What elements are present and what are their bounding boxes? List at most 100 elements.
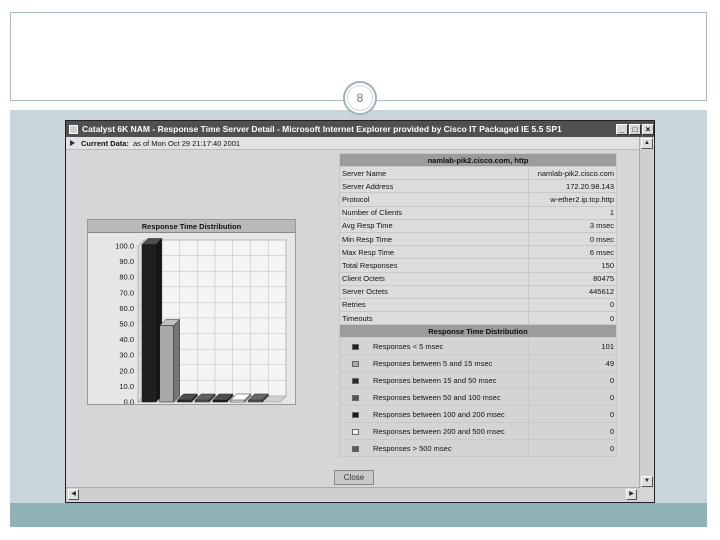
distribution-label: Responses between 200 and 500 msec — [339, 422, 529, 441]
chart-bar — [248, 399, 263, 403]
distribution-value: 0 — [528, 439, 617, 458]
legend-swatch — [352, 377, 359, 384]
y-tick-label: 100.0 — [115, 242, 134, 251]
y-tick-label: 90.0 — [119, 257, 134, 266]
detail-value: 6 msec — [528, 245, 617, 260]
detail-value: w-ether2.ip.tcp.http — [528, 192, 617, 207]
chart-bar — [177, 399, 192, 403]
current-data-value: as of Mon Oct 29 21:17:40 2001 — [132, 138, 241, 148]
y-tick-label: 0.0 — [124, 398, 134, 405]
legend-swatch — [352, 343, 359, 350]
distribution-label-text: Responses between 200 and 500 msec — [373, 426, 505, 436]
detail-label: Max Resp Time — [339, 245, 529, 260]
scroll-left-icon[interactable]: ◀ — [68, 489, 79, 500]
distribution-value: 0 — [528, 371, 617, 390]
distribution-row: Responses between 50 and 100 msec 0 — [339, 388, 617, 407]
scroll-down-icon[interactable]: ▼ — [641, 476, 653, 487]
y-tick-label: 70.0 — [119, 288, 134, 297]
chart-bar — [141, 244, 157, 403]
distribution-label: Responses > 500 msec — [339, 439, 529, 458]
footer-bar — [10, 503, 707, 527]
browser-window: Catalyst 6K NAM - Response Time Server D… — [65, 120, 655, 503]
vertical-scrollbar[interactable]: ▲ ▼ — [639, 137, 653, 488]
detail-row: Protocol w-ether2.ip.tcp.http — [339, 192, 617, 207]
detail-row: Min Resp Time 0 msec — [339, 231, 617, 247]
y-tick-label: 30.0 — [119, 351, 134, 360]
distribution-value: 101 — [528, 337, 617, 356]
close-button[interactable]: Close — [334, 470, 374, 485]
detail-row: Avg Resp Time 3 msec — [339, 218, 617, 233]
distribution-label: Responses between 15 and 50 msec — [339, 371, 529, 390]
chart-bar — [230, 399, 245, 403]
detail-label: Client Octets — [339, 271, 529, 286]
detail-row: Client Octets 80475 — [339, 271, 617, 286]
maximize-icon[interactable]: □ — [629, 123, 641, 135]
detail-label: Timeouts — [339, 311, 529, 326]
detail-row: Total Responses 150 — [339, 258, 617, 273]
server-header: namlab-pik2.cisco.com, http — [339, 153, 617, 167]
distribution-label-text: Responses between 50 and 100 msec — [373, 392, 501, 402]
current-data-bar: Current Data: as of Mon Oct 29 21:17:40 … — [66, 137, 654, 150]
minimize-icon[interactable]: _ — [616, 123, 628, 135]
detail-value: 1 — [528, 205, 617, 220]
distribution-row: Responses between 200 and 500 msec 0 — [339, 422, 617, 441]
distribution-row: Responses between 100 and 200 msec 0 — [339, 405, 617, 424]
legend-swatch — [352, 445, 359, 452]
detail-row: Number of Clients 1 — [339, 205, 617, 220]
page-number: 8 — [347, 85, 373, 111]
detail-value: 80475 — [528, 271, 617, 286]
detail-value: 0 msec — [528, 231, 617, 247]
detail-label: Avg Resp Time — [339, 218, 529, 233]
distribution-label-text: Responses between 15 and 50 msec — [373, 375, 497, 385]
chart-bar — [212, 399, 228, 403]
detail-value: 445612 — [528, 284, 617, 299]
distribution-label-text: Responses between 100 and 200 msec — [373, 409, 505, 419]
expand-arrow-icon[interactable] — [70, 140, 75, 146]
distribution-label: Responses between 5 and 15 msec — [339, 354, 529, 373]
detail-value: 3 msec — [528, 218, 617, 233]
scroll-up-icon[interactable]: ▲ — [641, 138, 653, 149]
current-data-label: Current Data: — [81, 138, 129, 148]
distribution-header: Response Time Distribution — [339, 324, 617, 339]
slide: 8 Catalyst 6K NAM - Response Time Server… — [0, 0, 720, 540]
detail-row: Server Octets 445612 — [339, 284, 617, 299]
horizontal-scrollbar[interactable]: ◀ ▶ — [66, 487, 639, 501]
y-tick-label: 20.0 — [119, 366, 134, 375]
distribution-value: 0 — [528, 388, 617, 407]
detail-row: Server Name namlab-pik2.cisco.com — [339, 165, 617, 181]
y-tick-label: 40.0 — [119, 335, 134, 344]
chart-bar — [159, 325, 174, 403]
detail-row: Retries 0 — [339, 297, 617, 313]
y-tick-label: 80.0 — [119, 273, 134, 282]
distribution-value: 0 — [528, 422, 617, 441]
detail-value: namlab-pik2.cisco.com — [528, 165, 617, 181]
detail-label: Server Address — [339, 179, 529, 194]
scroll-right-icon[interactable]: ▶ — [626, 489, 637, 500]
y-tick-label: 60.0 — [119, 304, 134, 313]
browser-icon — [69, 124, 78, 134]
server-detail-table: namlab-pik2.cisco.com, http Server Name n… — [339, 153, 617, 458]
legend-swatch — [352, 428, 359, 435]
distribution-label-text: Responses < 5 msec — [373, 341, 444, 351]
window-title: Catalyst 6K NAM - Response Time Server D… — [82, 124, 562, 134]
detail-label: Server Name — [339, 165, 529, 181]
detail-row: Max Resp Time 6 msec — [339, 245, 617, 260]
detail-label: Min Resp Time — [339, 231, 529, 247]
distribution-row: Responses < 5 msec 101 — [339, 337, 617, 356]
chart-canvas: 0.0 10.0 20.0 30.0 40.0 50.0 60.0 70.0 80.0 90.0 1… — [115, 237, 287, 405]
detail-value: 0 — [528, 311, 617, 326]
detail-label: Server Octets — [339, 284, 529, 299]
close-icon[interactable]: × — [642, 123, 654, 135]
detail-value: 0 — [528, 297, 617, 313]
distribution-value: 49 — [528, 354, 617, 373]
distribution-label: Responses between 50 and 100 msec — [339, 388, 529, 407]
detail-label: Number of Clients — [339, 205, 529, 220]
distribution-label-text: Responses between 5 and 15 msec — [373, 358, 493, 368]
chart-title: Response Time Distribution — [88, 220, 295, 233]
detail-label: Total Responses — [339, 258, 529, 273]
legend-swatch — [352, 394, 359, 401]
window-titlebar[interactable]: Catalyst 6K NAM - Response Time Server D… — [66, 121, 654, 137]
distribution-label: Responses < 5 msec — [339, 337, 529, 356]
legend-swatch — [352, 360, 359, 367]
response-time-chart: Response Time Distribution 0.0 10.0 20.0 30… — [87, 219, 296, 405]
